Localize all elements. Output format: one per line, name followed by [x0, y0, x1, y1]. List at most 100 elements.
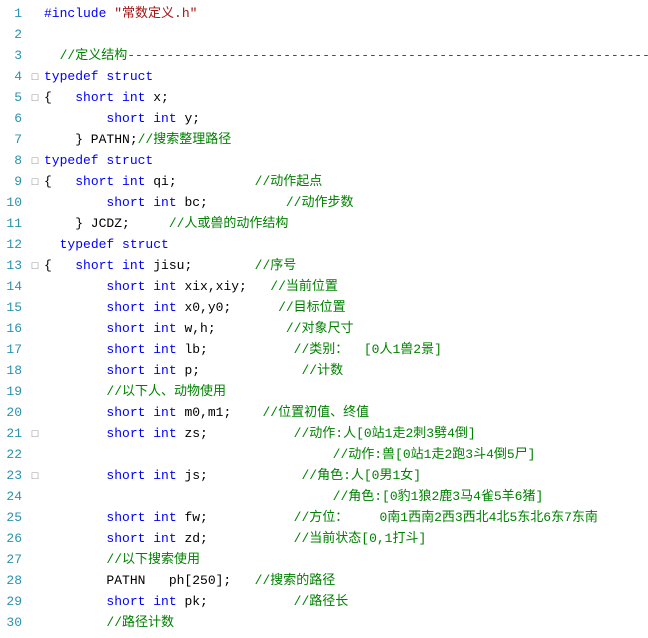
- fold-icon: [28, 614, 42, 634]
- line-number: 5: [0, 88, 28, 108]
- code-line: 16 short int w,h; //对象尺寸: [0, 319, 648, 340]
- line-content: short int xix,xiy; //当前位置: [42, 277, 648, 297]
- line-number: 15: [0, 298, 28, 318]
- fold-icon: [28, 5, 42, 25]
- code-line: 2: [0, 25, 648, 46]
- fold-icon: [28, 404, 42, 424]
- line-number: 21: [0, 424, 28, 444]
- fold-icon: [28, 110, 42, 130]
- line-number: 3: [0, 46, 28, 66]
- code-line: 3 //定义结构--------------------------------…: [0, 46, 648, 67]
- line-number: 13: [0, 256, 28, 276]
- code-line: 7 } PATHN;//搜索整理路径: [0, 130, 648, 151]
- line-number: 17: [0, 340, 28, 360]
- code-line: 4□typedef struct: [0, 67, 648, 88]
- code-line: 20 short int m0,m1; //位置初值、终值: [0, 403, 648, 424]
- fold-icon[interactable]: □: [28, 467, 42, 487]
- line-content: short int p; //计数: [42, 361, 648, 381]
- line-number: 9: [0, 172, 28, 192]
- line-number: 12: [0, 235, 28, 255]
- code-line: 8□typedef struct: [0, 151, 648, 172]
- line-number: 20: [0, 403, 28, 423]
- line-content: //动作:兽[0站1走2跑3斗4倒5尸]: [42, 445, 648, 465]
- line-content: //以下搜索使用: [42, 550, 648, 570]
- fold-icon: [28, 131, 42, 151]
- fold-icon: [28, 47, 42, 67]
- line-number: 18: [0, 361, 28, 381]
- code-line: 22 //动作:兽[0站1走2跑3斗4倒5尸]: [0, 445, 648, 466]
- line-number: 14: [0, 277, 28, 297]
- fold-icon[interactable]: □: [28, 152, 42, 172]
- line-content: { short int x;: [42, 88, 648, 108]
- fold-icon[interactable]: □: [28, 89, 42, 109]
- code-line: 29 short int pk; //路径长: [0, 592, 648, 613]
- line-content: short int zd; //当前状态[0,1打斗]: [42, 529, 648, 549]
- code-line: 10 short int bc; //动作步数: [0, 193, 648, 214]
- fold-icon: [28, 572, 42, 592]
- line-number: 30: [0, 613, 28, 633]
- line-number: 7: [0, 130, 28, 150]
- line-content: { short int qi; //动作起点: [42, 172, 648, 192]
- code-line: 14 short int xix,xiy; //当前位置: [0, 277, 648, 298]
- line-content: short int w,h; //对象尺寸: [42, 319, 648, 339]
- fold-icon: [28, 446, 42, 466]
- fold-icon: [28, 26, 42, 46]
- line-content: typedef struct: [42, 67, 648, 87]
- fold-icon: [28, 383, 42, 403]
- code-line: 12 typedef struct: [0, 235, 648, 256]
- line-content: //以下人、动物使用: [42, 382, 648, 402]
- fold-icon[interactable]: □: [28, 173, 42, 193]
- line-content: short int pk; //路径长: [42, 592, 648, 612]
- fold-icon: [28, 320, 42, 340]
- line-content: //路径计数: [42, 613, 648, 633]
- code-line: 19 //以下人、动物使用: [0, 382, 648, 403]
- line-number: 23: [0, 466, 28, 486]
- line-number: 4: [0, 67, 28, 87]
- fold-icon: [28, 551, 42, 571]
- fold-icon[interactable]: □: [28, 257, 42, 277]
- line-content: short int x0,y0; //目标位置: [42, 298, 648, 318]
- line-number: 6: [0, 109, 28, 129]
- code-line: 11 } JCDZ; //人或兽的动作结构: [0, 214, 648, 235]
- line-content: typedef struct: [42, 151, 648, 171]
- line-content: short int zs; //动作:人[0站1走2刺3劈4倒]: [42, 424, 648, 444]
- fold-icon: [28, 278, 42, 298]
- line-number: 29: [0, 592, 28, 612]
- line-content: short int y;: [42, 109, 648, 129]
- line-number: 8: [0, 151, 28, 171]
- line-content: short int js; //角色:人[0男1女]: [42, 466, 648, 486]
- fold-icon: [28, 236, 42, 256]
- fold-icon: [28, 215, 42, 235]
- line-number: 26: [0, 529, 28, 549]
- line-content: short int lb; //类别： [0人1兽2景]: [42, 340, 648, 360]
- code-line: 30 //路径计数: [0, 613, 648, 634]
- code-line: 28 PATHN ph[250]; //搜索的路径: [0, 571, 648, 592]
- line-content: } JCDZ; //人或兽的动作结构: [42, 214, 648, 234]
- line-number: 10: [0, 193, 28, 213]
- fold-icon[interactable]: □: [28, 425, 42, 445]
- code-line: 9□{ short int qi; //动作起点: [0, 172, 648, 193]
- line-content: short int m0,m1; //位置初值、终值: [42, 403, 648, 423]
- line-number: 24: [0, 487, 28, 507]
- line-number: 27: [0, 550, 28, 570]
- code-line: 17 short int lb; //类别： [0人1兽2景]: [0, 340, 648, 361]
- code-line: 5□{ short int x;: [0, 88, 648, 109]
- line-number: 2: [0, 25, 28, 45]
- line-number: 11: [0, 214, 28, 234]
- fold-icon[interactable]: □: [28, 68, 42, 88]
- code-line: 26 short int zd; //当前状态[0,1打斗]: [0, 529, 648, 550]
- code-line: 13□{ short int jisu; //序号: [0, 256, 648, 277]
- line-number: 16: [0, 319, 28, 339]
- line-content: [42, 25, 648, 45]
- line-content: //角色:[0豹1狼2鹿3马4雀5羊6猪]: [42, 487, 648, 507]
- fold-icon: [28, 362, 42, 382]
- line-content: typedef struct: [42, 235, 648, 255]
- line-content: short int bc; //动作步数: [42, 193, 648, 213]
- line-content: PATHN ph[250]; //搜索的路径: [42, 571, 648, 591]
- code-line: 18 short int p; //计数: [0, 361, 648, 382]
- line-content: short int fw; //方位： 0南1西南2西3西北4北5东北6东7东南: [42, 508, 648, 528]
- line-number: 1: [0, 4, 28, 24]
- fold-icon: [28, 488, 42, 508]
- fold-icon: [28, 299, 42, 319]
- line-number: 25: [0, 508, 28, 528]
